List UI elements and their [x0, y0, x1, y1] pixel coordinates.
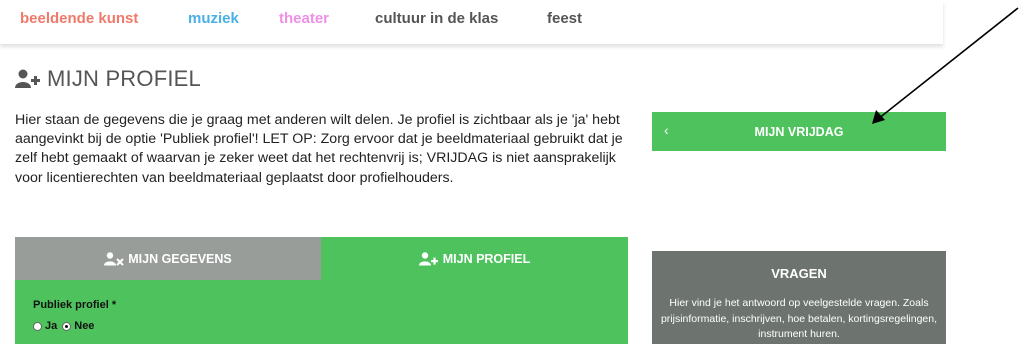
page-title: MIJN PROFIEL	[15, 66, 201, 92]
profile-panel: MIJN GEGEVENS MIJN PROFIEL Publiek profi…	[15, 237, 628, 344]
nav-link-beeldende-kunst[interactable]: beeldende kunst	[20, 10, 138, 27]
public-profile-label: Publiek profiel *	[33, 299, 117, 311]
vragen-text: Hier vind je het antwoord op veelgesteld…	[660, 297, 938, 340]
page-title-text: MIJN PROFIEL	[47, 66, 201, 91]
public-profile-options: Ja Nee	[33, 320, 94, 332]
vragen-box[interactable]: VRAGEN Hier vind je het antwoord op veel…	[652, 251, 946, 344]
mijn-vrijdag-label: MIJN VRIJDAG	[754, 124, 844, 139]
mijn-vrijdag-button[interactable]: ‹ MIJN VRIJDAG	[652, 112, 946, 151]
nav-link-theater[interactable]: theater	[279, 10, 329, 27]
radio-ja[interactable]	[33, 321, 42, 331]
nav-link-cultuur-in-de-klas[interactable]: cultuur in de klas	[375, 10, 498, 27]
user-plus-icon	[418, 251, 439, 266]
top-navigation: beeldende kunst muziek theater cultuur i…	[0, 0, 943, 44]
intro-text: Hier staan de gegevens die je graag met …	[15, 112, 623, 186]
tab-mijn-gegevens[interactable]: MIJN GEGEVENS	[15, 237, 321, 280]
radio-ja-label: Ja	[45, 320, 58, 332]
vragen-title: VRAGEN	[771, 266, 827, 281]
user-plus-icon	[15, 69, 41, 89]
radio-nee-label: Nee	[74, 320, 95, 332]
user-remove-icon	[104, 251, 124, 266]
tab-mijn-profiel-label: MIJN PROFIEL	[442, 251, 531, 266]
tab-mijn-profiel[interactable]: MIJN PROFIEL	[321, 237, 628, 280]
nav-link-feest[interactable]: feest	[547, 10, 582, 27]
chevron-left-icon: ‹	[664, 122, 669, 138]
radio-nee[interactable]	[62, 321, 72, 331]
nav-link-muziek[interactable]: muziek	[188, 10, 239, 27]
tab-mijn-gegevens-label: MIJN GEGEVENS	[128, 251, 232, 266]
